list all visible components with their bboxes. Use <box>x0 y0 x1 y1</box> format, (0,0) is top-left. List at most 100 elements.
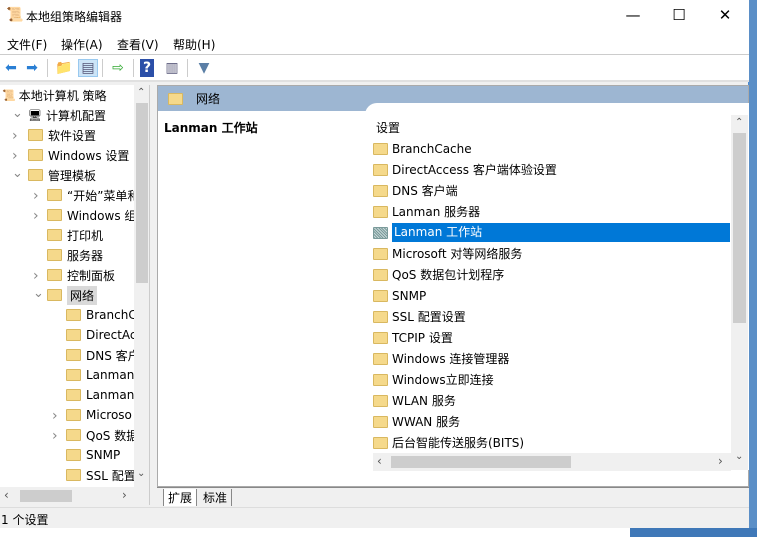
chevron-right-icon[interactable]: › <box>12 148 18 164</box>
list-item[interactable]: SNMP <box>373 285 730 306</box>
tree-item[interactable]: 控制面板 <box>47 265 115 285</box>
folder-icon <box>66 309 81 321</box>
tree-item[interactable]: Microso <box>66 405 132 425</box>
tree-item[interactable]: 管理模板 <box>28 165 96 185</box>
folder-icon <box>66 329 81 341</box>
tree-item-label: QoS 数据 <box>86 428 139 443</box>
tree-item[interactable]: 📜 本地计算机 策略 <box>2 85 107 105</box>
tree-item[interactable]: Windows 组 <box>47 205 136 225</box>
list-item[interactable]: Microsoft 对等网络服务 <box>373 243 730 264</box>
tree-vertical-scrollbar[interactable]: ⌃ ⌄ <box>134 85 149 487</box>
list-item[interactable]: DNS 客户端 <box>373 180 730 201</box>
list-item-label: Lanman 工作站 <box>392 223 730 242</box>
tree-horizontal-scrollbar[interactable]: ‹ › <box>0 487 150 505</box>
chevron-down-icon[interactable]: ⌄ <box>12 106 23 121</box>
tree-item[interactable]: QoS 数据 <box>66 425 138 445</box>
list-item[interactable]: WWAN 服务 <box>373 411 730 432</box>
list-item-label: QoS 数据包计划程序 <box>392 268 505 282</box>
list-item[interactable]: 后台智能传送服务(BITS) <box>373 432 730 453</box>
menu-view[interactable]: 查看(V) <box>117 36 159 53</box>
list-item[interactable]: Lanman 服务器 <box>373 201 730 222</box>
tree-item[interactable]: 网络 <box>47 285 98 305</box>
scrollbar-thumb[interactable] <box>20 490 72 502</box>
chevron-right-icon[interactable]: › <box>33 188 39 204</box>
chevron-right-icon[interactable]: › <box>12 128 18 144</box>
tree-item[interactable]: SSL 配置 <box>66 465 136 485</box>
scroll-right-icon[interactable]: › <box>122 488 127 502</box>
scroll-up-icon[interactable]: ⌃ <box>137 87 145 98</box>
tree-item[interactable]: 服务器 <box>47 245 103 265</box>
folder-icon <box>66 449 81 461</box>
scrollbar-thumb[interactable] <box>136 103 148 283</box>
tree-item[interactable]: BranchC <box>66 305 137 325</box>
list-item[interactable]: DirectAccess 客户端体验设置 <box>373 159 730 180</box>
list-item[interactable]: Windows 连接管理器 <box>373 348 730 369</box>
filter-icon[interactable]: ▼ <box>194 59 214 77</box>
back-arrow-icon[interactable]: ⬅ <box>1 59 21 77</box>
list-item[interactable]: Lanman 工作站 <box>373 222 730 243</box>
tree-item[interactable]: 🖥 计算机配置 <box>28 105 106 125</box>
toolbar: ⬅ ➡ 📁 ▤ ⇨ ? ▥ ▼ <box>0 55 749 82</box>
scroll-down-icon[interactable]: ⌄ <box>735 451 743 462</box>
tree-item[interactable]: “开始”菜单和 <box>47 185 139 205</box>
chevron-right-icon[interactable]: › <box>33 208 39 224</box>
status-bar: 1 个设置 <box>0 507 749 528</box>
scroll-left-icon[interactable]: ‹ <box>4 488 9 502</box>
scroll-left-icon[interactable]: ‹ <box>377 454 382 468</box>
show-hide-tree-icon[interactable]: ▤ <box>78 59 98 77</box>
chevron-right-icon[interactable]: › <box>52 428 58 444</box>
chevron-down-icon[interactable]: ⌄ <box>33 286 44 301</box>
folder-icon <box>373 352 388 365</box>
help-icon[interactable]: ? <box>140 59 154 77</box>
tab-standard[interactable]: 标准 <box>199 489 233 506</box>
export-list-icon[interactable]: ⇨ <box>108 59 128 77</box>
list-item-label: WWAN 服务 <box>392 415 461 429</box>
scroll-up-icon[interactable]: ⌃ <box>735 117 743 128</box>
tree-item[interactable]: 打印机 <box>47 225 103 245</box>
folder-icon <box>47 249 62 261</box>
list-item[interactable]: BranchCache <box>373 138 730 159</box>
scrollbar-thumb[interactable] <box>733 133 746 323</box>
tree-item[interactable]: SNMP <box>66 445 120 465</box>
tree-item[interactable]: DNS 客户 <box>66 345 140 365</box>
column-header-settings[interactable]: 设置 <box>376 119 400 136</box>
tree-item-label: DNS 客户 <box>86 348 140 363</box>
folder-icon <box>168 92 183 105</box>
scrollbar-thumb[interactable] <box>391 456 571 468</box>
list-item[interactable]: WLAN 服务 <box>373 390 730 411</box>
folder-icon <box>373 142 388 155</box>
menu-action[interactable]: 操作(A) <box>61 36 103 53</box>
list-item[interactable]: QoS 数据包计划程序 <box>373 264 730 285</box>
tab-extended[interactable]: 扩展 <box>163 489 198 506</box>
up-folder-icon[interactable]: 📁 <box>54 59 74 77</box>
menu-help[interactable]: 帮助(H) <box>173 36 215 53</box>
folder-icon <box>47 189 62 201</box>
tree-item[interactable]: 软件设置 <box>28 125 96 145</box>
app-icon: 📜 <box>6 7 24 23</box>
maximize-button[interactable]: ☐ <box>656 0 702 30</box>
menu-file[interactable]: 文件(F) <box>7 36 47 53</box>
forward-arrow-icon[interactable]: ➡ <box>22 59 42 77</box>
policy-icon: 📜 <box>2 88 16 102</box>
list-vertical-scrollbar[interactable]: ⌃ ⌄ <box>731 115 748 470</box>
tree-item[interactable]: Lanman <box>66 365 134 385</box>
tree-item[interactable]: DirectAc <box>66 325 137 345</box>
scroll-down-icon[interactable]: ⌄ <box>137 468 145 479</box>
scroll-right-icon[interactable]: › <box>718 454 723 468</box>
tree-item[interactable]: Windows 设置 <box>28 145 129 165</box>
chevron-down-icon[interactable]: ⌄ <box>12 166 23 181</box>
minimize-button[interactable]: — <box>610 0 656 30</box>
list-item[interactable]: Windows立即连接 <box>373 369 730 390</box>
list-item[interactable]: TCPIP 设置 <box>373 327 730 348</box>
list-item-label: Microsoft 对等网络服务 <box>392 247 523 261</box>
chevron-right-icon[interactable]: › <box>33 268 39 284</box>
tree-item[interactable]: Lanman <box>66 385 134 405</box>
tree-item-label: BranchC <box>86 308 137 322</box>
tree-item-label: 打印机 <box>67 228 104 243</box>
tree-item-label: SSL 配置 <box>86 468 136 483</box>
list-item[interactable]: SSL 配置设置 <box>373 306 730 327</box>
chevron-right-icon[interactable]: › <box>52 408 58 424</box>
close-button[interactable]: ✕ <box>702 0 748 30</box>
list-horizontal-scrollbar[interactable]: ‹ › <box>373 453 731 471</box>
show-hide-action-pane-icon[interactable]: ▥ <box>162 59 182 77</box>
